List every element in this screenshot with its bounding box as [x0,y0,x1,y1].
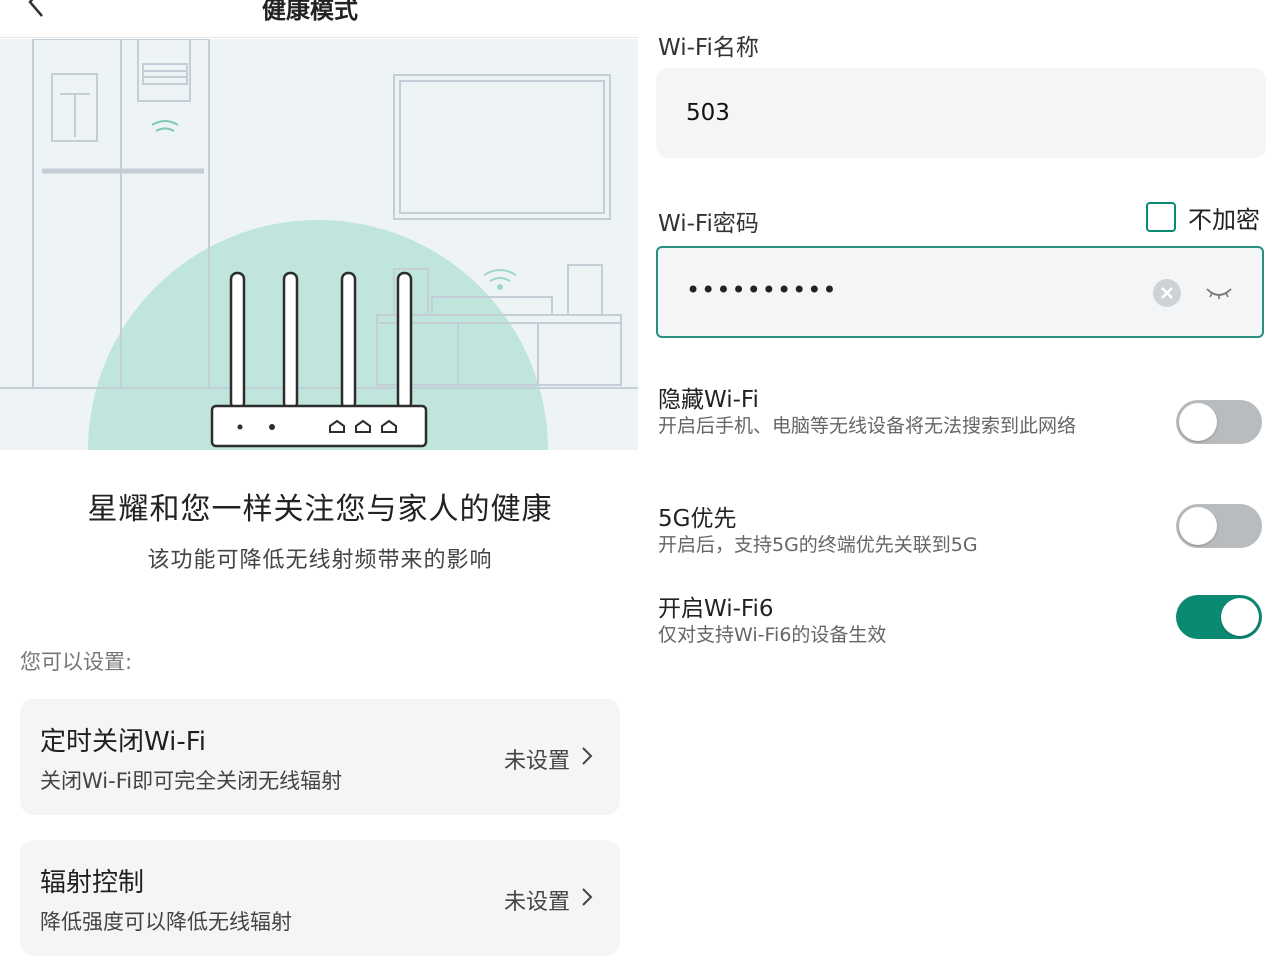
card-description: 降低强度可以降低无线辐射 [40,910,292,934]
hide-wifi-switch[interactable] [1176,400,1262,444]
hide-wifi-description: 开启后手机、电脑等无线设备将无法搜索到此网络 [658,415,1077,437]
settings-section-label: 您可以设置: [20,650,133,674]
wifi-small-icon-1 [151,120,179,132]
card-description: 关闭Wi-Fi即可完全关闭无线辐射 [40,769,343,793]
chevron-right-icon [582,747,593,765]
scheduled-wifi-off-card[interactable]: 定时关闭Wi-Fi 关闭Wi-Fi即可完全关闭无线辐射 未设置 [20,699,620,815]
hide-wifi-title: 隐藏Wi-Fi [658,387,759,413]
prefer-5g-description: 开启后，支持5G的终端优先关联到5G [658,534,978,556]
switch-knob [1179,403,1217,441]
password-label: Wi-Fi密码 [658,211,759,237]
no-encryption-label: 不加密 [1188,205,1260,234]
no-encryption-checkbox[interactable] [1146,202,1176,232]
health-mode-panel: 健康模式 星耀和您一样关注您与家人的健康 该功能可降低无线射频带来的影响 您可以… [0,0,640,960]
no-encryption-option[interactable]: 不加密 [1146,200,1260,234]
radiation-control-card[interactable]: 辐射控制 降低强度可以降低无线辐射 未设置 [20,840,620,956]
switch-knob [1179,507,1217,545]
ssid-label: Wi-Fi名称 [658,35,759,61]
ssid-input[interactable]: 503 [656,68,1266,158]
page-title: 健康模式 [262,0,358,24]
wifi6-title: 开启Wi-Fi6 [658,596,774,622]
wifi6-switch[interactable] [1176,595,1262,639]
password-value: •••••••••• [686,276,838,304]
card-status: 未设置 [503,749,570,774]
top-bar: 健康模式 [0,0,638,38]
router-room-illustration [0,39,638,450]
password-input[interactable]: •••••••••• [656,246,1264,338]
eye-off-icon[interactable] [1204,282,1234,304]
switch-knob [1221,598,1259,636]
prefer-5g-switch[interactable] [1176,504,1262,548]
card-title: 辐射控制 [40,868,145,898]
ssid-value: 503 [686,100,730,126]
card-status: 未设置 [503,890,570,915]
hero-headline: 星耀和您一样关注您与家人的健康 [87,492,553,527]
wifi6-description: 仅对支持Wi-Fi6的设备生效 [658,624,887,646]
card-title: 定时关闭Wi-Fi [40,727,207,757]
chevron-right-icon [582,888,593,906]
prefer-5g-title: 5G优先 [658,506,737,532]
clear-circle-icon[interactable] [1152,278,1182,308]
wifi-small-icon-2 [483,269,517,290]
chevron-left-icon[interactable] [22,0,50,20]
tv-line-art [393,74,611,220]
hero-subline: 该功能可降低无线射频带来的影响 [147,548,493,573]
wifi-settings-panel: Wi-Fi名称 503 Wi-Fi密码 不加密 •••••••••• 隐藏Wi-… [640,0,1280,960]
